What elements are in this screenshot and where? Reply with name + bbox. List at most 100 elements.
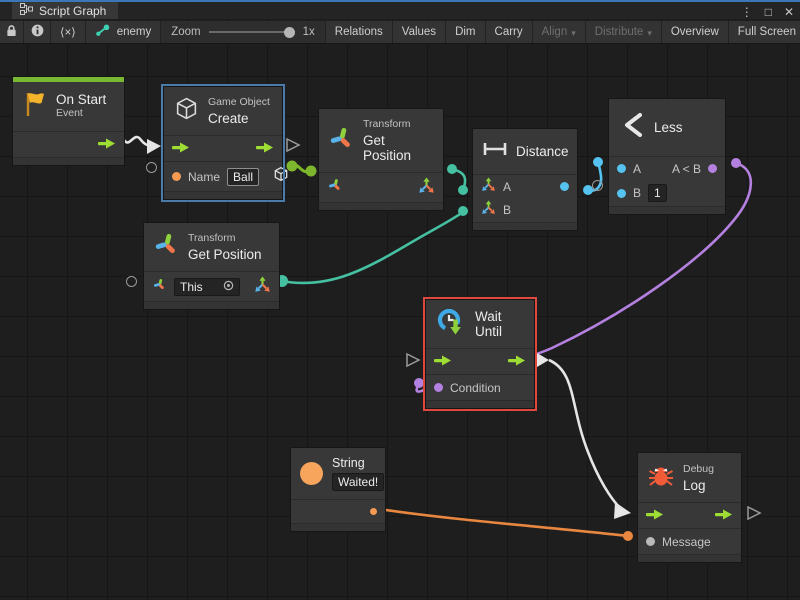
zoom-slider[interactable] xyxy=(209,31,295,33)
node-header[interactable]: Transform Get Position xyxy=(319,109,443,172)
vector3-in-port-a[interactable] xyxy=(481,177,496,197)
node-header[interactable]: Transform Get Position xyxy=(144,223,279,271)
script-graph-icon xyxy=(20,3,33,18)
port-label: A xyxy=(633,162,641,176)
inspect-button[interactable] xyxy=(24,21,51,43)
node-wait-until[interactable]: Wait Until Condition xyxy=(425,299,535,409)
lock-button[interactable] xyxy=(0,21,24,43)
node-title: Less xyxy=(654,120,683,135)
code-icon: ⟨×⟩ xyxy=(60,25,76,39)
button-label: Full Screen xyxy=(738,26,796,38)
edit-graph-button[interactable]: ⟨×⟩ xyxy=(51,21,86,43)
gameobject-out-port[interactable] xyxy=(273,166,289,187)
unconnected-port-circle[interactable] xyxy=(126,276,137,287)
b-in-port[interactable] xyxy=(617,189,626,198)
node-header[interactable]: Debug Log xyxy=(638,453,741,502)
maximize-icon[interactable]: □ xyxy=(765,5,772,19)
node-footer xyxy=(609,206,725,214)
control-out-port[interactable] xyxy=(256,140,274,158)
node-category: Debug xyxy=(683,463,714,475)
object-picker-icon[interactable] xyxy=(223,280,234,294)
control-in-port[interactable] xyxy=(172,140,190,158)
node-string-literal[interactable]: String Waited! xyxy=(290,447,386,532)
transform-icon xyxy=(329,126,354,156)
vector3-out-port[interactable] xyxy=(418,177,435,199)
result-out-port[interactable] xyxy=(708,164,717,173)
node-get-position-enemy[interactable]: Transform Get Position xyxy=(318,108,444,211)
node-on-start-event[interactable]: On Start Event xyxy=(12,76,125,166)
close-icon[interactable]: ✕ xyxy=(784,5,794,19)
node-header[interactable]: Wait Until xyxy=(426,300,534,348)
control-out-port[interactable] xyxy=(715,507,733,525)
values-button[interactable]: Values xyxy=(393,21,446,43)
distance-icon xyxy=(483,141,507,162)
distribute-button[interactable]: Distribute ▾ xyxy=(586,21,662,43)
graph-reference[interactable]: enemy xyxy=(86,21,162,43)
transform-in-port[interactable] xyxy=(327,177,343,198)
button-label: Overview xyxy=(671,26,719,38)
node-gameobject-create[interactable]: Game Object Create Name Ball xyxy=(163,86,283,200)
port-label: Message xyxy=(662,535,711,549)
string-out-port[interactable] xyxy=(370,508,377,515)
node-header[interactable]: Less xyxy=(609,99,725,156)
node-title: Create xyxy=(208,111,270,126)
node-header[interactable]: On Start Event xyxy=(13,82,124,131)
node-get-position-self[interactable]: Transform Get Position This xyxy=(143,222,280,310)
name-in-port[interactable] xyxy=(172,172,181,181)
zoom-level: 1x xyxy=(303,26,315,38)
unconnected-port-circle[interactable] xyxy=(146,162,157,173)
node-header[interactable]: Distance xyxy=(473,129,577,174)
carry-button[interactable]: Carry xyxy=(486,21,533,43)
node-distance[interactable]: Distance A B xyxy=(472,128,578,231)
output-label: A < B xyxy=(672,162,701,176)
info-icon xyxy=(31,24,44,40)
window-menu-icon[interactable]: ⋮ xyxy=(741,5,753,19)
button-label: Distribute xyxy=(595,26,644,38)
node-footer xyxy=(164,191,282,199)
dim-button[interactable]: Dim xyxy=(446,21,485,43)
transform-in-port[interactable] xyxy=(152,277,167,297)
unconnected-port-circle[interactable] xyxy=(592,180,603,191)
port-label: B xyxy=(633,186,641,200)
a-in-port[interactable] xyxy=(617,164,626,173)
vector3-in-port-b[interactable] xyxy=(481,200,496,220)
distance-out-port[interactable] xyxy=(560,182,569,191)
control-in-port[interactable] xyxy=(434,353,452,371)
align-button[interactable]: Align ▾ xyxy=(533,21,586,43)
node-category: Transform xyxy=(363,118,433,130)
tab-script-graph[interactable]: Script Graph xyxy=(12,2,118,19)
port-label: Name xyxy=(188,170,220,184)
node-header[interactable]: String Waited! xyxy=(291,448,385,499)
message-in-port[interactable] xyxy=(646,537,655,546)
chevron-down-icon: ▾ xyxy=(647,28,652,39)
node-footer xyxy=(638,554,741,562)
zoom-label: Zoom xyxy=(171,26,200,38)
node-less[interactable]: Less A A < B B 1 xyxy=(608,98,726,215)
overview-button[interactable]: Overview xyxy=(662,21,729,43)
transform-icon xyxy=(154,232,179,262)
name-value-field[interactable]: Ball xyxy=(227,168,259,186)
button-label: Dim xyxy=(455,26,475,38)
node-footer xyxy=(144,301,279,309)
string-value-field[interactable]: Waited! xyxy=(332,473,384,491)
vector3-out-port[interactable] xyxy=(254,276,271,298)
condition-in-port[interactable] xyxy=(434,383,443,392)
control-out-port[interactable] xyxy=(98,136,116,154)
control-in-port[interactable] xyxy=(646,507,664,525)
zoom-control: Zoom 1x xyxy=(161,21,325,43)
control-out-port[interactable] xyxy=(508,353,526,371)
node-debug-log[interactable]: Debug Log Message xyxy=(637,452,742,563)
b-value-field[interactable]: 1 xyxy=(648,184,667,202)
flag-icon xyxy=(23,91,47,122)
relations-button[interactable]: Relations xyxy=(325,21,393,43)
node-title: Distance xyxy=(516,144,569,159)
node-header[interactable]: Game Object Create xyxy=(164,87,282,135)
port-label: Condition xyxy=(450,381,501,395)
tab-title: Script Graph xyxy=(39,4,106,18)
zoom-handle[interactable] xyxy=(284,27,295,38)
button-label: Values xyxy=(402,26,436,38)
fullscreen-button[interactable]: Full Screen xyxy=(729,21,800,43)
target-value-field[interactable]: This xyxy=(174,278,240,296)
lock-icon xyxy=(6,24,17,40)
node-footer xyxy=(473,222,577,230)
